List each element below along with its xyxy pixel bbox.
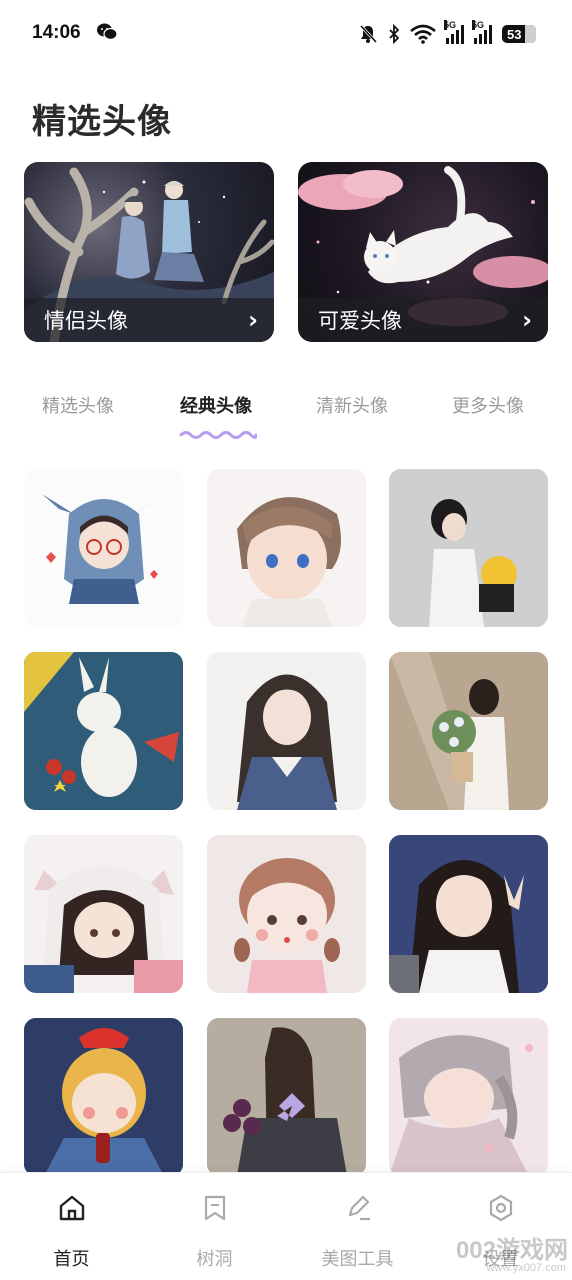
status-time: 14:06: [32, 22, 81, 43]
avatar-thumbnail[interactable]: [389, 835, 548, 993]
watermark-url: www.yx007.com: [486, 1262, 566, 1274]
avatar-thumbnail[interactable]: [207, 835, 366, 993]
banner-label: 情侣头像: [44, 309, 128, 333]
bookmark-icon: [204, 1195, 226, 1221]
avatar-image: [237, 674, 337, 810]
avatar-thumbnail[interactable]: [389, 469, 548, 627]
page-title: 精选头像: [32, 102, 172, 142]
avatar-thumbnail[interactable]: [24, 469, 183, 627]
category-tabs: 精选头像 经典头像 清新头像 更多头像: [0, 392, 572, 448]
tab-fresh[interactable]: 清新头像: [316, 392, 388, 418]
banner-label: 可爱头像: [318, 309, 402, 333]
avatar-image: [389, 1018, 548, 1176]
avatar-thumbnail[interactable]: [207, 1018, 366, 1176]
avatar-thumbnail[interactable]: [24, 835, 183, 993]
avatar-image: [42, 491, 164, 604]
avatar-image: [24, 652, 183, 810]
avatar-image: [234, 858, 340, 993]
bluetooth-icon: [389, 24, 400, 44]
tab-featured[interactable]: 精选头像: [42, 392, 114, 418]
avatar-thumbnail[interactable]: [24, 1018, 183, 1176]
avatar-image: [389, 469, 548, 627]
status-bar: 14:06 5G 5G 53: [0, 0, 572, 66]
avatar-image: [389, 835, 548, 993]
banner-cute-avatars[interactable]: 可爱头像 ›: [298, 162, 548, 342]
settings-icon: [489, 1194, 513, 1222]
active-tab-indicator: [179, 431, 257, 439]
tab-more[interactable]: 更多头像: [452, 392, 524, 418]
battery-icon: 53: [502, 25, 536, 43]
avatar-thumbnail[interactable]: [207, 652, 366, 810]
wechat-icon: [97, 23, 118, 41]
watermark: 002游戏网: [455, 1237, 568, 1264]
signal-icon: 5G: [444, 20, 464, 44]
avatar-image: [207, 1018, 366, 1176]
wifi-icon: [410, 24, 436, 44]
status-icons: 5G 5G 53: [358, 20, 536, 46]
avatar-image: [24, 865, 183, 993]
avatar-thumbnail[interactable]: [389, 652, 548, 810]
banner-caption: 可爱头像 ›: [298, 298, 548, 342]
nav-tree-hole[interactable]: 树洞: [143, 1173, 286, 1280]
chevron-right-icon: ›: [248, 306, 258, 334]
nav-label: 首页: [53, 1249, 90, 1270]
pen-icon: [348, 1195, 370, 1221]
avatar-image: [389, 652, 548, 810]
nav-label: 美图工具: [321, 1249, 394, 1270]
signal-icon: 5G: [472, 20, 492, 44]
banner-couple-avatars[interactable]: 情侣头像 ›: [24, 162, 274, 342]
avatar-image: [24, 1018, 183, 1176]
nav-photo-tools[interactable]: 美图工具: [286, 1173, 429, 1280]
home-icon: [59, 1195, 85, 1221]
banner-caption: 情侣头像 ›: [24, 298, 274, 342]
avatar-image: [237, 497, 341, 627]
tab-classic[interactable]: 经典头像: [180, 392, 252, 418]
avatar-thumbnail[interactable]: [207, 469, 366, 627]
nav-label: 树洞: [196, 1249, 233, 1270]
chevron-right-icon: ›: [522, 306, 532, 334]
nav-home[interactable]: 首页: [0, 1173, 143, 1280]
mute-icon: [359, 24, 378, 44]
avatar-thumbnail[interactable]: [389, 1018, 548, 1176]
avatar-thumbnail[interactable]: [24, 652, 183, 810]
